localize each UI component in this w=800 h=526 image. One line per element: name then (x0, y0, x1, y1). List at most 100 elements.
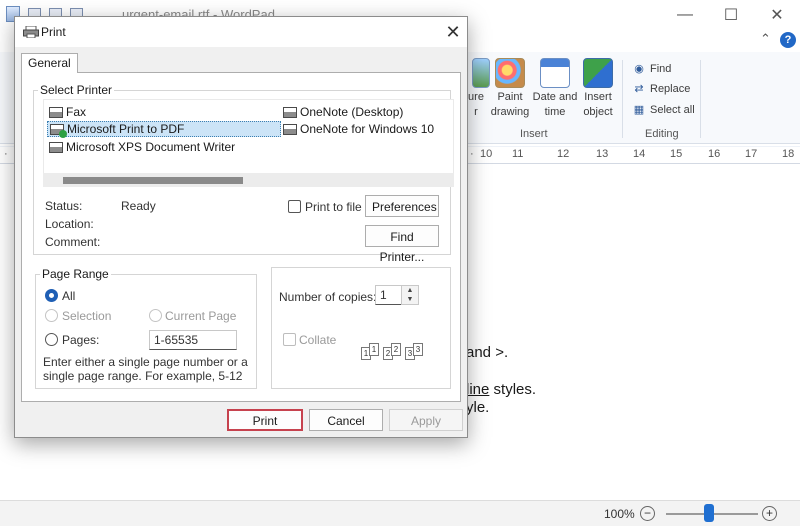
ribbon-button-label: time (544, 106, 566, 118)
ruler-tick: 15 (670, 148, 683, 160)
select-printer-legend: Select Printer (40, 83, 113, 97)
document-text: styles. (489, 381, 537, 398)
help-icon[interactable]: ? (780, 32, 796, 48)
pages-radio[interactable] (45, 333, 58, 346)
ribbon-separator (622, 60, 623, 138)
collate-label[interactable]: Collate (299, 333, 336, 347)
insert-object-button[interactable]: Insert object (580, 58, 616, 120)
printer-icon (49, 141, 63, 153)
zoom-slider-thumb[interactable] (704, 504, 714, 522)
collate-page: 3 (413, 343, 423, 356)
selection-label[interactable]: Selection (62, 309, 111, 323)
ribbon-button-label: Insert (584, 91, 612, 103)
printer-item-microsoft-xps[interactable]: Microsoft XPS Document Writer (47, 139, 237, 155)
editing-group-label: Editing (645, 128, 679, 140)
find-button[interactable]: ◉ Find (632, 60, 671, 78)
preferences-button[interactable]: Preferences (365, 195, 439, 217)
select-all-icon: ▦ (633, 104, 645, 116)
printer-item-onenote-windows-10[interactable]: OneNote for Windows 10 (281, 121, 436, 137)
find-printer-button[interactable]: Find Printer... (365, 225, 439, 264)
tab-general[interactable]: General (21, 53, 78, 73)
ruler-tick: 14 (633, 148, 646, 160)
collate-page: 2 (391, 343, 401, 356)
document-text-line[interactable]: yle. (466, 399, 489, 416)
apply-button[interactable]: Apply (389, 409, 463, 431)
document-text-line[interactable]: and >. (466, 344, 508, 361)
ribbon-button-label: Paint (497, 91, 523, 103)
paint-drawing-button[interactable]: Paint drawing (490, 58, 530, 120)
select-all-button[interactable]: ▦ Select all (632, 101, 695, 119)
printer-name: OneNote for Windows 10 (300, 122, 435, 136)
maximize-icon[interactable]: ☐ (708, 0, 754, 30)
object-icon (583, 58, 613, 88)
cancel-button[interactable]: Cancel (309, 409, 383, 431)
print-dialog: Print ✕ General Select Printer Fax Micro… (14, 16, 468, 438)
find-label: Find (650, 63, 672, 75)
page-range-hint: Enter either a single page number or a s… (43, 355, 248, 383)
document-text-underlined: line (466, 381, 490, 398)
printer-icon (283, 106, 297, 118)
print-button[interactable]: Print (227, 409, 303, 431)
date-and-time-button[interactable]: Date and time (532, 58, 578, 120)
ruler-tick: 18 (782, 148, 795, 160)
printer-name: Microsoft XPS Document Writer (66, 140, 236, 154)
page-range-legend: Page Range (42, 267, 109, 281)
picture-icon (472, 58, 490, 88)
status-value: Ready (121, 199, 156, 213)
spin-down-icon[interactable]: ▼ (402, 295, 418, 304)
dialog-close-icon[interactable]: ✕ (441, 21, 465, 43)
printer-default-icon (50, 123, 67, 138)
number-of-copies-label: Number of copies: (279, 290, 377, 304)
all-pages-radio[interactable] (45, 289, 58, 302)
zoom-out-icon[interactable]: − (640, 506, 655, 521)
calendar-clock-icon (540, 58, 570, 88)
ruler-tick: 16 (708, 148, 721, 160)
ribbon-button-label: Date and (532, 91, 578, 103)
zoom-level: 100% (604, 507, 635, 521)
binoculars-icon: ◉ (634, 63, 644, 75)
copies-spinner[interactable]: ▲ ▼ (401, 285, 419, 305)
print-to-file-checkbox[interactable] (288, 200, 301, 213)
document-text-line[interactable]: line styles. (466, 381, 536, 398)
comment-label: Comment: (45, 235, 101, 249)
ruler-tick: 11 (512, 148, 524, 160)
print-to-file-label[interactable]: Print to file (305, 200, 362, 214)
select-all-label: Select all (650, 104, 695, 116)
insert-group-label: Insert (520, 128, 548, 140)
replace-label: Replace (650, 83, 691, 95)
scrollbar-thumb[interactable] (63, 177, 243, 184)
printer-item-fax[interactable]: Fax (47, 104, 88, 120)
printer-list-scrollbar[interactable] (43, 173, 454, 187)
collate-page: 1 (369, 343, 379, 356)
printer-icon (283, 123, 297, 135)
close-icon[interactable]: ✕ (754, 0, 800, 30)
fax-icon (49, 106, 63, 118)
replace-button[interactable]: ⇄ Replace (632, 80, 690, 98)
dialog-titlebar: Print ✕ (15, 17, 467, 47)
pages-range-input[interactable]: 1-65535 (149, 330, 237, 350)
minimize-icon[interactable]: — (662, 0, 708, 30)
collate-checkbox[interactable] (283, 333, 296, 346)
location-label: Location: (45, 217, 94, 231)
printer-item-microsoft-print-to-pdf[interactable]: Microsoft Print to PDF (47, 121, 281, 138)
printer-item-onenote-desktop[interactable]: OneNote (Desktop) (281, 104, 405, 120)
ruler-mark: · (470, 148, 474, 160)
ribbon-collapse-icon[interactable]: ⌃ (760, 31, 771, 47)
ribbon-button-label: object (583, 106, 613, 118)
spin-up-icon[interactable]: ▲ (402, 286, 418, 295)
current-page-label[interactable]: Current Page (165, 309, 236, 323)
zoom-in-icon[interactable]: + (762, 506, 777, 521)
ribbon-button-label: drawing (490, 106, 530, 118)
pages-label[interactable]: Pages: (62, 333, 99, 347)
ruler-tick: 13 (596, 148, 609, 160)
current-page-radio[interactable] (149, 309, 162, 322)
selection-radio[interactable] (45, 309, 58, 322)
paint-palette-icon (495, 58, 525, 88)
ribbon-separator (700, 60, 701, 138)
ruler-tick: 12 (557, 148, 570, 160)
copies-group (271, 267, 451, 389)
ruler-mark: · (4, 148, 8, 160)
printer-name: Microsoft Print to PDF (67, 122, 185, 136)
all-pages-label[interactable]: All (62, 289, 75, 303)
printer-name: Fax (66, 105, 87, 119)
